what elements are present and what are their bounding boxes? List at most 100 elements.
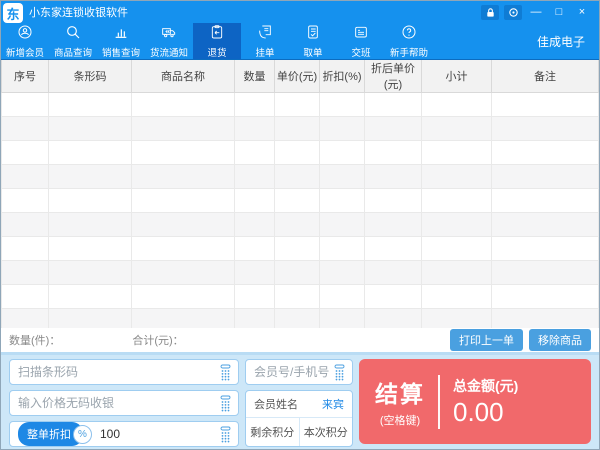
whole-order-discount-toggle[interactable]: 整单折扣 %	[18, 422, 92, 446]
member-number-input[interactable]	[254, 365, 332, 379]
table-cell	[49, 285, 132, 309]
table-cell	[2, 141, 49, 165]
table-cell	[492, 213, 599, 237]
member-info-box: 会员姓名 来宾 剩余积分 本次积分	[245, 390, 353, 447]
toolbar-item-label: 新手帮助	[390, 44, 428, 58]
toolbar-item-new-member[interactable]: 新增会员	[1, 23, 49, 59]
table-cell	[235, 237, 275, 261]
table-cell	[49, 261, 132, 285]
table-cell	[320, 141, 365, 165]
table-cell	[275, 141, 320, 165]
column-header: 商品名称	[132, 60, 235, 93]
table-cell	[49, 117, 132, 141]
table-cell	[422, 213, 492, 237]
settings-icon[interactable]	[504, 5, 522, 20]
toolbar-item-help[interactable]: 新手帮助	[385, 23, 433, 59]
table-cell	[320, 285, 365, 309]
table-cell	[235, 189, 275, 213]
table-cell	[49, 189, 132, 213]
table-cell	[49, 141, 132, 165]
column-header: 序号	[2, 60, 49, 93]
toolbar-item-hold-order[interactable]: 挂单	[241, 23, 289, 59]
whole-order-discount-input[interactable]	[100, 427, 218, 441]
member-points-row: 剩余积分 本次积分	[246, 418, 352, 446]
keypad-icon[interactable]	[218, 394, 233, 413]
table-cell	[422, 261, 492, 285]
table-cell	[49, 93, 132, 117]
maximize-icon[interactable]: □	[550, 5, 568, 20]
column-header: 数量	[235, 60, 275, 93]
table-cell	[492, 117, 599, 141]
toolbar-item-logistics-notice[interactable]: 货流通知	[145, 23, 193, 59]
table-cell	[365, 285, 422, 309]
whole-order-discount-row: 整单折扣 %	[9, 421, 239, 447]
table-row	[2, 309, 599, 329]
checkout-panel: 整单折扣 %	[1, 352, 599, 449]
table-cell	[275, 261, 320, 285]
remove-item-button[interactable]: 移除商品	[529, 329, 591, 351]
print-last-order-button[interactable]: 打印上一单	[450, 329, 523, 351]
close-icon[interactable]: ×	[573, 5, 591, 20]
title-bar: 东 小东家连锁收银软件 — □ ×	[1, 1, 599, 23]
table-row	[2, 93, 599, 117]
minimize-icon[interactable]: —	[527, 5, 545, 20]
table-cell	[365, 141, 422, 165]
table-cell	[275, 285, 320, 309]
keypad-icon[interactable]	[218, 425, 233, 444]
table-cell	[365, 93, 422, 117]
toolbar-item-label: 取单	[304, 44, 323, 58]
remaining-points-label: 剩余积分	[246, 418, 300, 446]
table-row	[2, 237, 599, 261]
table-cell	[320, 165, 365, 189]
table-cell	[132, 93, 235, 117]
settle-button[interactable]: 结算 (空格键) 总金额(元) 0.00	[359, 359, 591, 444]
table-cell	[49, 237, 132, 261]
keypad-icon[interactable]	[332, 363, 347, 382]
table-row	[2, 189, 599, 213]
settle-right: 总金额(元) 0.00	[453, 376, 518, 428]
table-cell	[49, 165, 132, 189]
scan-barcode-input[interactable]	[18, 365, 218, 379]
table-cell	[422, 285, 492, 309]
table-cell	[422, 165, 492, 189]
table-cell	[2, 261, 49, 285]
table-cell	[320, 117, 365, 141]
toolbar-item-retrieve-order[interactable]: 取单	[289, 23, 337, 59]
table-cell	[2, 309, 49, 329]
table-cell	[132, 189, 235, 213]
lock-icon[interactable]	[481, 5, 499, 20]
table-cell	[365, 165, 422, 189]
keypad-icon[interactable]	[218, 363, 233, 382]
column-header: 折扣(%)	[320, 60, 365, 93]
logistics-notice-icon	[161, 24, 177, 43]
items-table: 序号条形码商品名称数量单价(元)折扣(%)折后单价(元)小计备注	[1, 60, 599, 328]
table-row	[2, 117, 599, 141]
table-cell	[275, 117, 320, 141]
table-cell	[320, 309, 365, 329]
table-cell	[320, 189, 365, 213]
price-no-code-input[interactable]	[18, 396, 218, 410]
table-cell	[132, 261, 235, 285]
column-header: 单价(元)	[275, 60, 320, 93]
window-controls: — □ ×	[481, 5, 599, 20]
member-add-icon	[17, 24, 33, 43]
app-window: 东 小东家连锁收银软件 — □ ×	[0, 0, 600, 450]
column-header: 条形码	[49, 60, 132, 93]
price-no-code-row	[9, 390, 239, 416]
toolbar-item-shift-change[interactable]: 交班	[337, 23, 385, 59]
toolbar-item-sales-query[interactable]: 销售查询	[97, 23, 145, 59]
table-cell	[132, 237, 235, 261]
table-row	[2, 213, 599, 237]
product-search-icon	[65, 24, 81, 43]
toolbar-item-label: 销售查询	[102, 44, 140, 58]
toolbar-item-product-query[interactable]: 商品查询	[49, 23, 97, 59]
table-cell	[235, 309, 275, 329]
entry-column: 整单折扣 %	[9, 359, 239, 447]
settle-divider	[438, 375, 440, 429]
sales-query-icon	[113, 24, 129, 43]
table-cell	[320, 213, 365, 237]
toolbar-item-return-goods[interactable]: 退货	[193, 23, 241, 59]
total-amount-value: 0.00	[453, 397, 518, 428]
table-cell	[2, 117, 49, 141]
store-name: 佳成电子	[537, 33, 599, 50]
